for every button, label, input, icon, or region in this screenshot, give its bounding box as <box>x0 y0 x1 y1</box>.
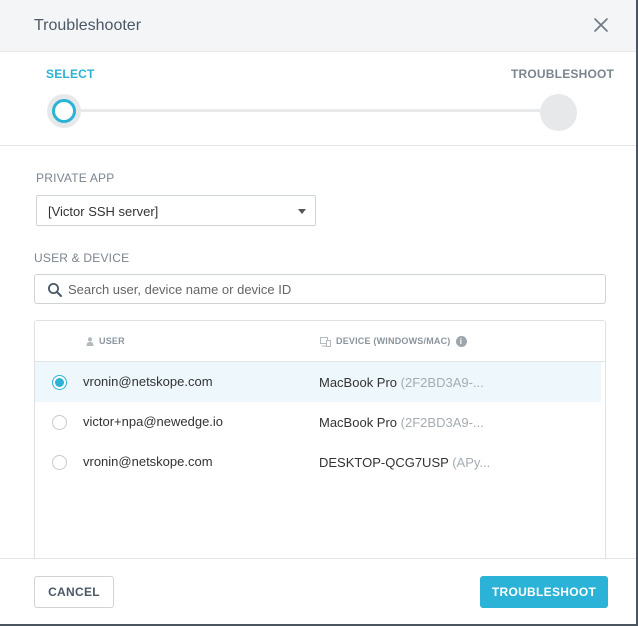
table-row[interactable]: vronin@netskope.com DESKTOP-QCG7USP (APy… <box>35 442 601 482</box>
step-label-troubleshoot: TROUBLESHOOT <box>511 67 615 81</box>
row-device-id: (2F2BD3A9-... <box>400 375 484 390</box>
row-device-name: DESKTOP-QCG7USP <box>319 455 449 470</box>
info-icon[interactable]: i <box>455 336 467 348</box>
column-header-user[interactable]: USER <box>86 336 125 347</box>
user-device-table: USER DEVICE (WINDOWS/MAC) i vronin@netsko… <box>34 320 606 560</box>
dialog-header: Troubleshooter <box>0 0 636 52</box>
close-icon[interactable] <box>592 16 610 34</box>
row-user: vronin@netskope.com <box>83 374 213 389</box>
row-radio-button[interactable] <box>52 375 67 390</box>
table-header: USER DEVICE (WINDOWS/MAC) i <box>35 321 605 362</box>
stepper: SELECT TROUBLESHOOT <box>0 52 636 146</box>
step-label-select: SELECT <box>46 67 95 81</box>
row-device-name: MacBook Pro <box>319 375 398 390</box>
device-icon <box>320 336 331 347</box>
private-app-label: PRIVATE APP <box>36 171 115 185</box>
table-row[interactable]: vronin@netskope.com MacBook Pro (2F2BD3A… <box>35 362 601 402</box>
column-header-user-label: USER <box>99 336 125 346</box>
dialog-title: Troubleshooter <box>34 17 142 34</box>
row-radio-button[interactable] <box>52 455 67 470</box>
row-device-id: (APy... <box>452 455 491 470</box>
private-app-selected-value: [Victor SSH server] <box>48 204 159 219</box>
row-device-id: (2F2BD3A9-... <box>400 415 484 430</box>
troubleshooter-dialog: Troubleshooter SELECT TROUBLESHOOT PRIVA… <box>0 0 638 626</box>
row-device: MacBook Pro (2F2BD3A9-... <box>319 375 484 390</box>
troubleshoot-button[interactable]: TROUBLESHOOT <box>480 576 608 608</box>
row-device-name: MacBook Pro <box>319 415 398 430</box>
dialog-footer: CANCEL TROUBLESHOOT <box>0 558 636 624</box>
step-indicator-select <box>47 94 81 128</box>
row-radio-button[interactable] <box>52 415 67 430</box>
cancel-button[interactable]: CANCEL <box>34 576 114 608</box>
private-app-select[interactable]: [Victor SSH server] <box>36 195 316 226</box>
column-header-device-label: DEVICE (WINDOWS/MAC) <box>336 336 451 346</box>
user-device-label: USER & DEVICE <box>34 251 130 265</box>
stepper-track <box>64 109 558 112</box>
row-device: MacBook Pro (2F2BD3A9-... <box>319 415 484 430</box>
row-user: victor+npa@newedge.io <box>83 414 224 429</box>
user-icon <box>86 337 94 347</box>
table-row[interactable]: victor+npa@newedge.io MacBook Pro (2F2BD… <box>35 402 601 442</box>
chevron-down-icon <box>298 209 306 214</box>
row-device: DESKTOP-QCG7USP (APy... <box>319 455 490 470</box>
search-icon <box>48 283 62 297</box>
step-indicator-troubleshoot <box>540 94 577 131</box>
user-device-search <box>34 274 606 304</box>
column-header-device[interactable]: DEVICE (WINDOWS/MAC) i <box>320 336 467 348</box>
search-input[interactable] <box>68 278 598 300</box>
row-user: vronin@netskope.com <box>83 454 213 469</box>
